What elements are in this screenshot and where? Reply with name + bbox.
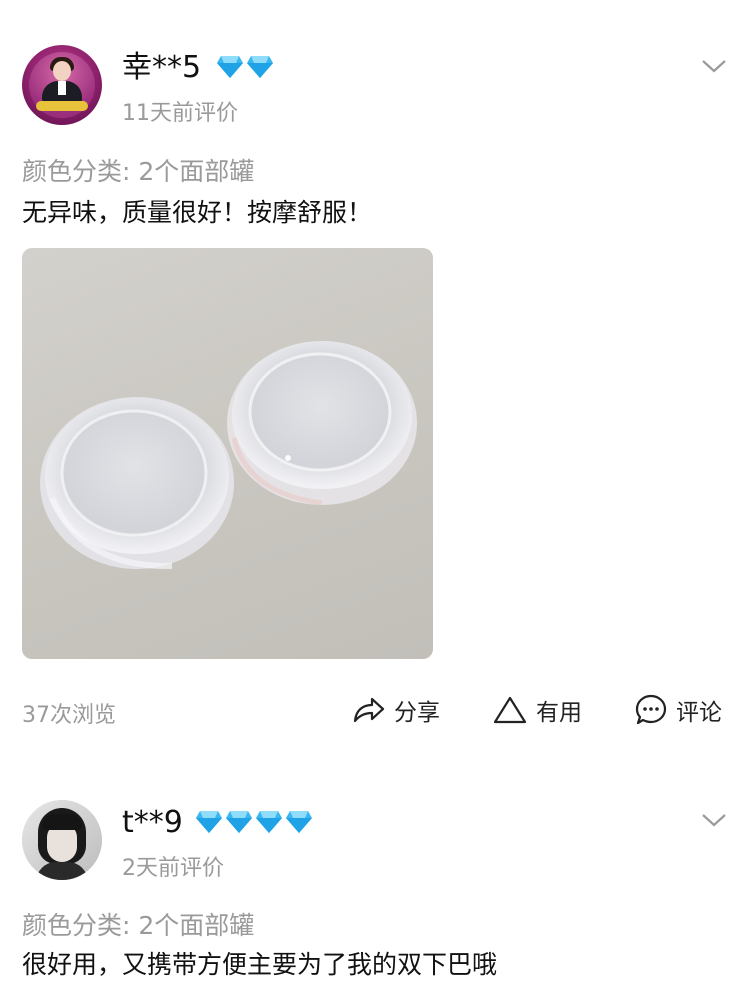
diamond-icon (247, 56, 273, 78)
avatar[interactable] (22, 45, 102, 125)
diamond-icon (217, 56, 243, 78)
diamond-icon (286, 811, 312, 833)
diamond-icon (196, 811, 222, 833)
spec-label: 颜色分类: 2个面部罐 (22, 911, 255, 940)
chevron-down-icon[interactable] (700, 810, 728, 830)
chevron-down-icon[interactable] (700, 56, 728, 76)
share-icon (353, 697, 385, 723)
review-photo-image (40, 341, 417, 570)
review-date: 11天前评价 (122, 101, 238, 126)
spec-label: 颜色分类: 2个面部罐 (22, 157, 255, 186)
username[interactable]: t**9 (122, 805, 183, 841)
diamond-icon (226, 811, 252, 833)
review-photo[interactable] (22, 248, 433, 659)
vip-diamonds (195, 809, 313, 835)
review-content: 很好用，又携带方便主要为了我的双下巴哦 (22, 950, 498, 979)
comment-button[interactable]: 评论 (634, 690, 722, 730)
comment-bubble-icon (635, 694, 667, 725)
share-label: 分享 (394, 700, 440, 726)
share-button[interactable]: 分享 (352, 690, 440, 730)
diamond-icon (256, 811, 282, 833)
useful-label: 有用 (536, 700, 582, 726)
view-count: 37次浏览 (22, 703, 116, 728)
vip-diamonds (216, 54, 274, 80)
review-date: 2天前评价 (122, 856, 224, 881)
username[interactable]: 幸**5 (122, 50, 201, 86)
useful-button[interactable]: 有用 (492, 690, 582, 730)
avatar[interactable] (22, 800, 102, 880)
avatar-badge (36, 101, 88, 111)
review-content: 无异味，质量很好！按摩舒服！ (22, 198, 373, 227)
thumbs-up-triangle-icon (493, 696, 527, 724)
comment-label: 评论 (676, 700, 722, 726)
